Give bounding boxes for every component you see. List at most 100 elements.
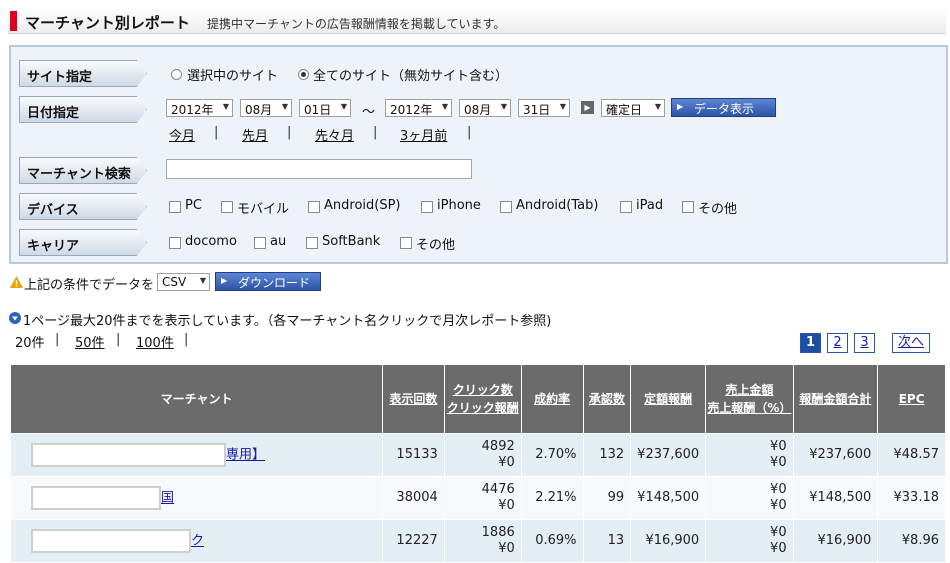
next-page-link[interactable]: 次へ — [892, 333, 930, 353]
sort-approved-link[interactable]: 承認数 — [589, 392, 625, 406]
to-month-select[interactable]: 08月 — [459, 99, 511, 117]
link-two-months-ago[interactable]: 先々月 — [315, 125, 354, 144]
sales-reward-value: ¥0 — [770, 455, 787, 470]
carrier-docomo-label[interactable]: docomo — [185, 234, 237, 249]
table-header-row: マーチャント 表示回数 クリック数 クリック報酬 成約率 承認数 定額報酬 売上… — [9, 364, 946, 434]
sort-clicks-link[interactable]: クリック数 — [453, 383, 513, 397]
page-3-link[interactable]: 3 — [854, 333, 875, 353]
link-last-month[interactable]: 先月 — [242, 125, 268, 144]
sales-cell: ¥0 ¥0 — [705, 519, 794, 563]
clicks-value: 4892 — [481, 439, 515, 454]
checkbox-iphone[interactable] — [421, 201, 433, 213]
checkbox-android-sp[interactable] — [308, 201, 320, 213]
page-subtitle: 提携中マーチャントの広告報酬情報を掲載しています。 — [207, 17, 506, 31]
separator: | — [55, 332, 60, 347]
carrier-softbank-label[interactable]: SoftBank — [322, 234, 380, 249]
info-circle-icon — [9, 312, 21, 324]
sort-sales-reward-link[interactable]: 売上報酬（%） — [707, 401, 791, 415]
col-cvr[interactable]: 成約率 — [520, 364, 584, 434]
per-page-50-link[interactable]: 50件 — [75, 332, 105, 351]
download-format-select[interactable]: CSV — [157, 273, 210, 291]
radio-selected-site-label[interactable]: 選択中のサイト — [187, 65, 278, 84]
col-fixed-reward[interactable]: 定額報酬 — [630, 364, 707, 434]
cvr-cell: 0.69% — [520, 519, 584, 563]
device-iphone-label[interactable]: iPhone — [437, 198, 481, 213]
col-epc[interactable]: EPC — [877, 364, 946, 434]
merchant-cell: ク — [9, 519, 384, 563]
per-page-100-link[interactable]: 100件 — [136, 332, 174, 351]
device-other-label[interactable]: その他 — [698, 198, 737, 217]
col-approved[interactable]: 承認数 — [582, 364, 632, 434]
device-pc-label[interactable]: PC — [185, 198, 202, 213]
from-year-select[interactable]: 2012年 — [166, 99, 233, 117]
merchant-cell: 専用】 — [9, 433, 384, 477]
separator: | — [287, 125, 292, 140]
page-1[interactable]: 1 — [800, 333, 821, 353]
cvr-cell: 2.21% — [520, 476, 584, 520]
to-day-select[interactable]: 31日 — [518, 99, 570, 117]
download-button[interactable]: ダウンロード — [215, 272, 321, 291]
checkbox-pc[interactable] — [169, 201, 181, 213]
device-android-sp-label[interactable]: Android(SP) — [324, 198, 401, 213]
separator: | — [467, 125, 472, 140]
impressions-cell: 15133 — [382, 433, 445, 477]
separator: | — [184, 332, 189, 347]
play-arrow-icon: ▶ — [581, 101, 594, 114]
col-reward-total[interactable]: 報酬金額合計 — [792, 364, 879, 434]
checkbox-au[interactable] — [254, 237, 266, 249]
merchant-name-link[interactable]: ク — [191, 534, 204, 549]
checkbox-mobile[interactable] — [221, 201, 233, 213]
col-sales[interactable]: 売上金額 売上報酬（%） — [705, 364, 794, 434]
sort-fixed-reward-link[interactable]: 定額報酬 — [644, 392, 692, 406]
page-title: マーチャント別レポート — [25, 14, 190, 32]
merchant-search-input[interactable] — [166, 159, 472, 179]
sort-sales-amount-link[interactable]: 売上金額 — [725, 383, 773, 397]
page-2-link[interactable]: 2 — [827, 333, 848, 353]
sort-cvr-link[interactable]: 成約率 — [534, 392, 570, 406]
col-merchant: マーチャント — [9, 364, 384, 434]
epc-cell: ¥48.57 — [877, 433, 946, 477]
radio-selected-site[interactable] — [171, 69, 182, 80]
click-reward-value: ¥0 — [498, 498, 515, 513]
approved-cell: 99 — [582, 476, 632, 520]
from-month-select[interactable]: 08月 — [240, 99, 292, 117]
sort-click-reward-link[interactable]: クリック報酬 — [447, 401, 519, 415]
carrier-au-label[interactable]: au — [270, 234, 286, 249]
fixed-reward-cell: ¥148,500 — [630, 476, 707, 520]
redacted-block — [31, 486, 161, 510]
sort-epc-link[interactable]: EPC — [899, 392, 925, 406]
merchant-name-link[interactable]: 専用】 — [226, 448, 265, 463]
merchant-name-link[interactable]: 国 — [161, 491, 174, 506]
from-day-select[interactable]: 01日 — [299, 99, 351, 117]
link-this-month[interactable]: 今月 — [169, 125, 195, 144]
checkbox-device-other[interactable] — [682, 201, 694, 213]
to-year-select[interactable]: 2012年 — [385, 99, 452, 117]
redacted-block — [31, 443, 226, 467]
checkbox-docomo[interactable] — [169, 237, 181, 249]
device-android-tab-label[interactable]: Android(Tab) — [516, 198, 598, 213]
col-clicks[interactable]: クリック数 クリック報酬 — [443, 364, 522, 434]
checkbox-softbank[interactable] — [306, 237, 318, 249]
radio-all-sites-label[interactable]: 全てのサイト（無効サイト含む） — [313, 65, 508, 84]
table-row: 国 38004 4476 ¥0 2.21% 99 ¥148,500 ¥0 ¥0 ¥1… — [9, 476, 946, 520]
show-data-button[interactable]: データ表示 — [671, 98, 776, 117]
page-header: マーチャント別レポート 提携中マーチャントの広告報酬情報を掲載しています。 — [8, 8, 946, 34]
device-ipad-label[interactable]: iPad — [636, 198, 663, 213]
checkbox-ipad[interactable] — [620, 201, 632, 213]
click-reward-value: ¥0 — [498, 455, 515, 470]
date-type-select[interactable]: 確定日 — [601, 99, 665, 117]
carrier-other-label[interactable]: その他 — [416, 234, 455, 253]
reward-total-cell: ¥237,600 — [792, 433, 879, 477]
table-row: 専用】 15133 4892 ¥0 2.70% 132 ¥237,600 ¥0 ¥0… — [9, 433, 946, 477]
checkbox-carrier-other[interactable] — [400, 237, 412, 249]
table-row: ク 12227 1886 ¥0 0.69% 13 ¥16,900 ¥0 ¥0 ¥16… — [9, 519, 946, 563]
link-three-months-ago[interactable]: 3ヶ月前 — [400, 125, 447, 144]
sales-cell: ¥0 ¥0 — [705, 433, 794, 477]
page-limit-notice: 1ページ最大20件までを表示しています。（各マーチャント名クリックで月次レポート… — [23, 314, 552, 329]
device-mobile-label[interactable]: モバイル — [237, 198, 289, 217]
sort-impressions-link[interactable]: 表示回数 — [389, 392, 437, 406]
col-impressions[interactable]: 表示回数 — [382, 364, 445, 434]
radio-all-sites[interactable] — [298, 69, 309, 80]
sort-reward-total-link[interactable]: 報酬金額合計 — [799, 392, 871, 406]
checkbox-android-tab[interactable] — [500, 201, 512, 213]
